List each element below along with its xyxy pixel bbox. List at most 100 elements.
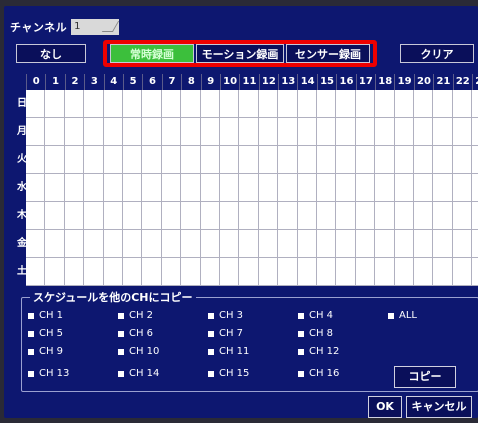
copy-channel-checkbox[interactable]: CH 11 [208,346,249,357]
schedule-cell[interactable] [161,90,182,118]
schedule-cell[interactable] [355,258,376,286]
schedule-cell[interactable] [200,174,220,202]
schedule-cell[interactable] [394,118,414,146]
schedule-cell[interactable] [394,258,414,286]
schedule-cell[interactable] [181,230,201,258]
schedule-cell[interactable] [336,230,356,258]
schedule-cell[interactable] [433,146,453,174]
schedule-cell[interactable] [103,118,123,146]
schedule-cell[interactable] [239,230,259,258]
schedule-cell[interactable] [123,118,143,146]
copy-channel-checkbox[interactable]: CH 2 [118,310,153,321]
schedule-cell[interactable] [161,174,182,202]
schedule-cell[interactable] [26,118,46,146]
schedule-cell[interactable] [64,118,85,146]
schedule-cell[interactable] [472,90,478,118]
copy-channel-checkbox[interactable]: CH 3 [208,310,243,321]
schedule-cell[interactable] [181,146,201,174]
schedule-cell[interactable] [45,90,65,118]
schedule-cell[interactable] [278,230,298,258]
schedule-cell[interactable] [278,90,298,118]
schedule-cell[interactable] [414,146,434,174]
schedule-cell[interactable] [375,146,395,174]
schedule-cell[interactable] [123,202,143,230]
schedule-cell[interactable] [26,202,46,230]
schedule-cell[interactable] [220,174,240,202]
schedule-cell[interactable] [258,146,279,174]
schedule-cell[interactable] [239,174,259,202]
schedule-cell[interactable] [375,258,395,286]
schedule-cell[interactable] [103,202,123,230]
schedule-cell[interactable] [45,230,65,258]
schedule-cell[interactable] [336,90,356,118]
schedule-cell[interactable] [142,202,162,230]
copy-channel-checkbox[interactable]: CH 9 [28,346,63,357]
schedule-cell[interactable] [84,174,104,202]
copy-channel-checkbox[interactable]: CH 14 [118,368,159,379]
schedule-cell[interactable] [45,202,65,230]
schedule-cell[interactable] [414,90,434,118]
schedule-cell[interactable] [103,174,123,202]
copy-channel-checkbox[interactable]: CH 7 [208,328,243,339]
schedule-cell[interactable] [278,202,298,230]
schedule-cell[interactable] [258,90,279,118]
schedule-cell[interactable] [317,202,337,230]
schedule-cell[interactable] [472,146,478,174]
schedule-cell[interactable] [64,202,85,230]
schedule-cell[interactable] [84,118,104,146]
schedule-cell[interactable] [336,146,356,174]
schedule-cell[interactable] [220,90,240,118]
schedule-cell[interactable] [64,146,85,174]
schedule-cell[interactable] [452,258,473,286]
schedule-cell[interactable] [414,202,434,230]
schedule-cell[interactable] [200,258,220,286]
schedule-cell[interactable] [239,202,259,230]
schedule-cell[interactable] [278,174,298,202]
cancel-button[interactable]: キャンセル [406,396,472,418]
schedule-cell[interactable] [414,258,434,286]
schedule-cell[interactable] [452,146,473,174]
schedule-cell[interactable] [142,258,162,286]
schedule-cell[interactable] [45,258,65,286]
schedule-cell[interactable] [161,202,182,230]
schedule-cell[interactable] [220,202,240,230]
schedule-cell[interactable] [355,174,376,202]
copy-channel-checkbox[interactable]: CH 12 [298,346,339,357]
schedule-cell[interactable] [142,230,162,258]
schedule-cell[interactable] [258,174,279,202]
copy-channel-checkbox[interactable]: CH 16 [298,368,339,379]
schedule-cell[interactable] [394,174,414,202]
schedule-cell[interactable] [472,174,478,202]
ok-button[interactable]: OK [368,396,402,418]
schedule-cell[interactable] [297,202,317,230]
schedule-cell[interactable] [355,146,376,174]
schedule-cell[interactable] [375,174,395,202]
copy-channel-checkbox[interactable]: CH 8 [298,328,333,339]
schedule-cell[interactable] [452,202,473,230]
schedule-cell[interactable] [375,118,395,146]
schedule-cell[interactable] [336,258,356,286]
schedule-cell[interactable] [84,202,104,230]
schedule-cell[interactable] [26,90,46,118]
copy-channel-checkbox[interactable]: ALL [388,310,417,321]
schedule-cell[interactable] [355,230,376,258]
schedule-cell[interactable] [258,118,279,146]
schedule-cell[interactable] [317,174,337,202]
schedule-cell[interactable] [220,118,240,146]
schedule-cell[interactable] [258,230,279,258]
schedule-cell[interactable] [45,146,65,174]
schedule-grid[interactable] [26,90,478,286]
schedule-cell[interactable] [297,118,317,146]
schedule-cell[interactable] [394,90,414,118]
schedule-cell[interactable] [297,90,317,118]
schedule-cell[interactable] [45,174,65,202]
schedule-cell[interactable] [103,258,123,286]
copy-channel-checkbox[interactable]: CH 15 [208,368,249,379]
schedule-cell[interactable] [336,174,356,202]
schedule-cell[interactable] [433,258,453,286]
schedule-cell[interactable] [317,90,337,118]
copy-channel-checkbox[interactable]: CH 1 [28,310,63,321]
schedule-cell[interactable] [336,118,356,146]
schedule-cell[interactable] [394,230,414,258]
schedule-cell[interactable] [297,230,317,258]
